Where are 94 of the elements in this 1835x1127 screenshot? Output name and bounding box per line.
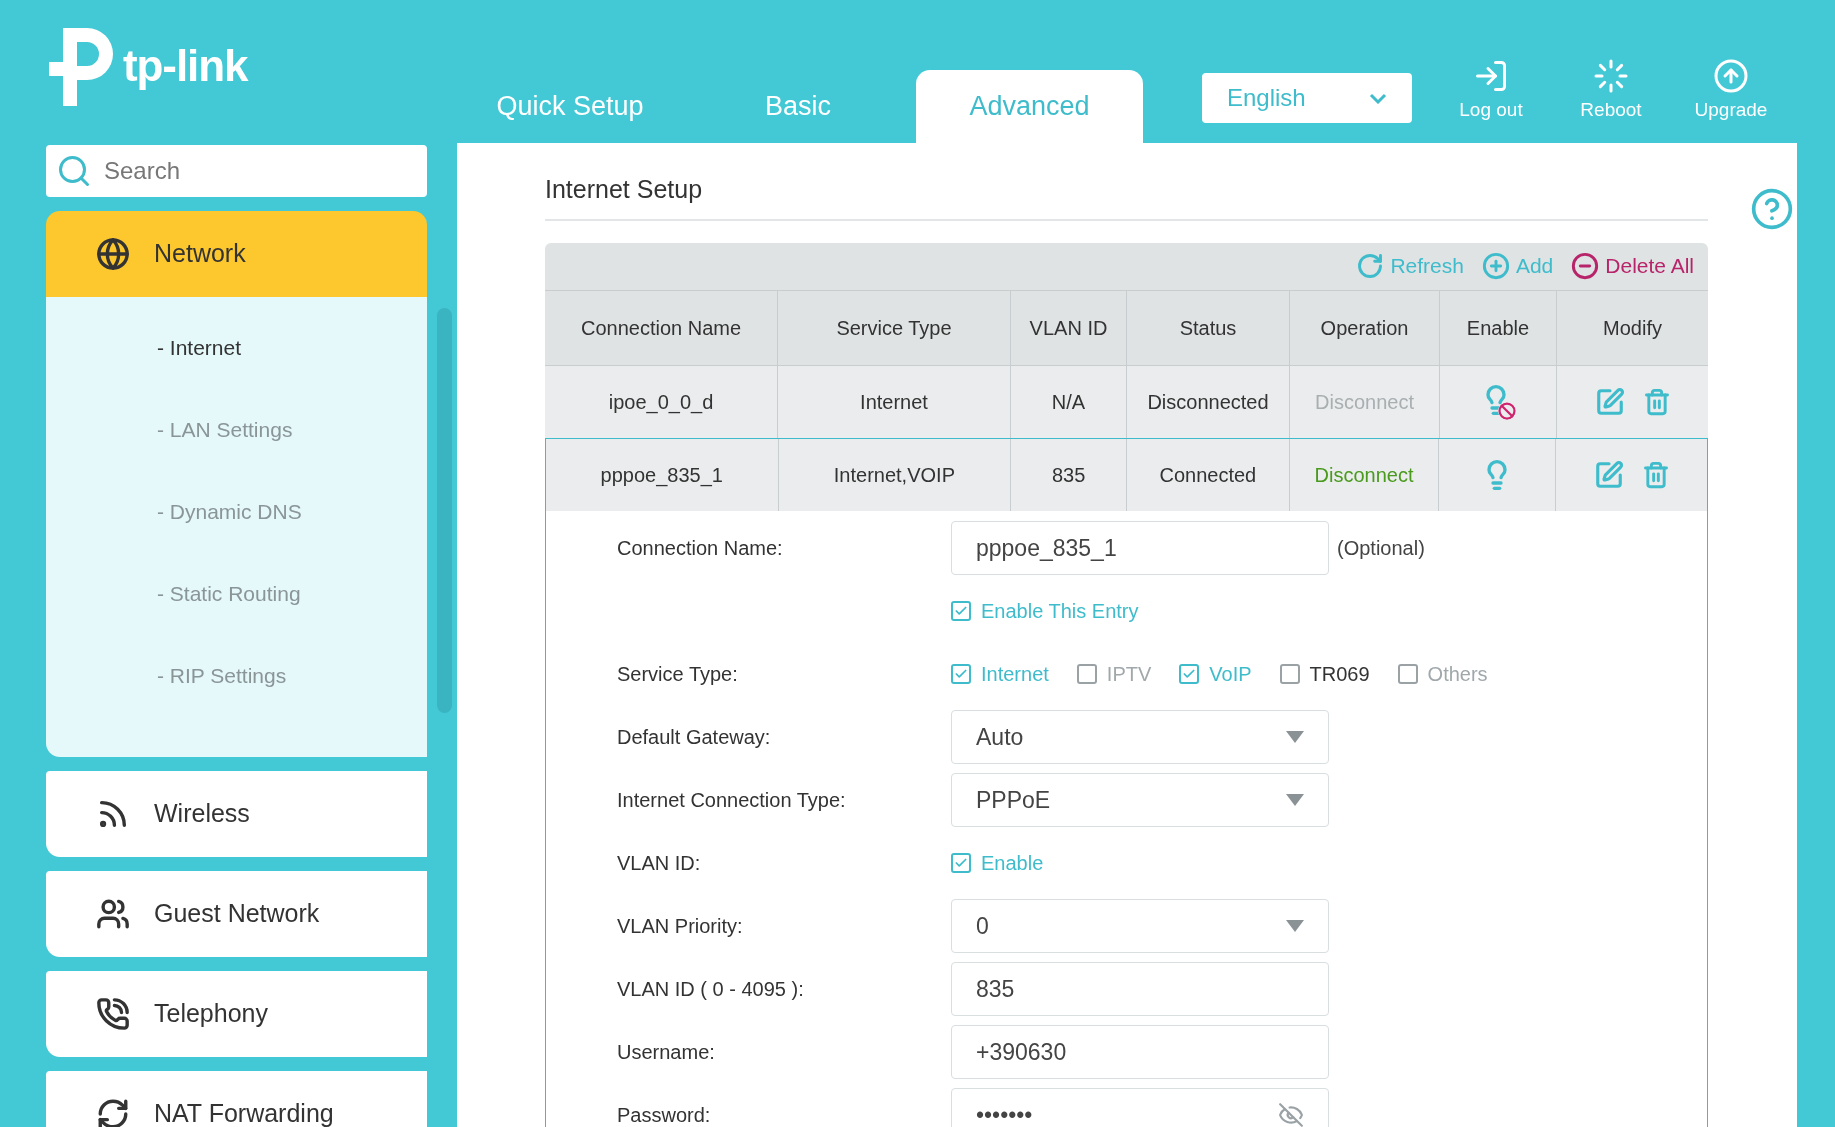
table-cell-text: pppoe_835_1 (600, 462, 723, 489)
spinner-icon (1593, 58, 1629, 94)
table-cell-text: Internet (860, 389, 928, 415)
globe-icon (96, 237, 130, 271)
field-label: VLAN Priority: (617, 915, 743, 937)
table-cell-text: ipoe_0_0_d (608, 389, 714, 416)
input-field[interactable]: pppoe_835_1 (951, 521, 1329, 575)
page-title: Internet Setup (545, 174, 703, 205)
field-label: Default Gateway: (617, 726, 771, 748)
table-row[interactable]: ipoe_0_0_d Internet N/A Disconnected Disconnect (545, 364, 1708, 438)
add-icon (1481, 252, 1510, 280)
checkbox[interactable] (951, 601, 971, 621)
checkbox-option[interactable]: VoIP (1179, 659, 1252, 689)
submenu-item[interactable]: - Dynamic DNS (157, 496, 302, 528)
people-icon (96, 897, 130, 931)
menu-item[interactable]: Telephony (46, 971, 427, 1057)
checkbox-option[interactable]: TR069 (1279, 659, 1370, 689)
column-header: Status (1179, 315, 1237, 341)
field-label: Connection Name: (617, 537, 783, 559)
caret-icon (1286, 920, 1304, 932)
disconnect-link[interactable]: Disconnect (1315, 386, 1414, 417)
field-label: Service Type: (617, 663, 738, 685)
check-icon (954, 856, 968, 870)
add-button[interactable]: Add (1481, 250, 1554, 282)
checkbox[interactable] (1179, 664, 1200, 684)
disconnect-link[interactable]: Disconnect (1314, 459, 1414, 490)
input-field[interactable]: 835 (951, 962, 1329, 1016)
nav-tab[interactable]: Basic (680, 70, 916, 143)
search-field[interactable]: Search (46, 145, 427, 197)
table-row[interactable]: pppoe_835_1 Internet,VOIP 835 Connected Disconnect (545, 437, 1708, 511)
check-icon (1182, 667, 1197, 681)
search-icon (56, 153, 92, 189)
column-header: Operation (1320, 315, 1409, 341)
chevron-down-icon (1369, 92, 1387, 104)
column-header: VLAN ID (1029, 315, 1108, 341)
table-cell-text: 835 (1051, 462, 1086, 488)
caret-icon (1286, 731, 1304, 743)
dropdown-field[interactable]: Auto (951, 710, 1329, 764)
trash-icon[interactable] (1642, 387, 1671, 416)
eye-off-icon[interactable] (1278, 1102, 1304, 1127)
check-icon (954, 667, 968, 681)
check-icon (954, 604, 968, 618)
submenu-item[interactable]: - Static Routing (157, 578, 301, 610)
checkbox[interactable] (951, 853, 971, 873)
phone-icon (96, 997, 130, 1031)
optional-hint: (Optional) (1337, 536, 1425, 561)
upgrade-button[interactable]: Upgrade (1672, 58, 1790, 143)
table-cell-text: Connected (1159, 462, 1257, 488)
edit-icon[interactable] (1594, 386, 1625, 417)
refresh-icon (1356, 252, 1385, 280)
column-header: Modify (1603, 315, 1662, 341)
checkbox-option[interactable]: Internet (951, 659, 1049, 689)
refresh-button[interactable]: Refresh (1356, 250, 1464, 282)
menu-item[interactable]: Wireless (46, 771, 427, 857)
language-dropdown[interactable]: English (1202, 73, 1412, 123)
dropdown-field[interactable]: 0 (951, 899, 1329, 953)
field-label: Username: (617, 1041, 715, 1063)
submenu-item[interactable]: - RIP Settings (157, 660, 287, 692)
column-header: Enable (1466, 315, 1530, 341)
password-field[interactable]: ••••••• (951, 1088, 1329, 1127)
nav-tab[interactable]: Advanced (916, 70, 1143, 143)
submenu-item[interactable]: - Internet (157, 332, 242, 364)
reboot-button[interactable]: Reboot (1552, 58, 1670, 143)
checkbox[interactable] (951, 664, 971, 684)
cycle-icon (96, 1097, 130, 1127)
field-label: VLAN ID ( 0 - 4095 ): (617, 978, 804, 1000)
help-icon[interactable] (1750, 187, 1794, 231)
table-cell-text: Disconnected (1147, 389, 1269, 415)
checkbox-option[interactable]: Enable This Entry (951, 596, 1139, 626)
field-label: VLAN ID: (617, 852, 701, 874)
table-cell-text: N/A (1051, 389, 1086, 415)
column-header: Connection Name (580, 315, 742, 341)
input-field[interactable]: +390630 (951, 1025, 1329, 1079)
field-label: Internet Connection Type: (617, 789, 846, 811)
table-cell-text: Internet,VOIP (833, 462, 955, 488)
edit-icon[interactable] (1593, 459, 1624, 490)
checkbox-option[interactable]: Enable (951, 848, 1044, 878)
logo-text: tp-link (123, 44, 248, 88)
trash-icon[interactable] (1641, 460, 1670, 489)
minus-icon (1571, 252, 1600, 280)
checkbox[interactable] (1279, 664, 1300, 684)
upload-icon (1713, 58, 1749, 94)
logout-button[interactable]: Log out (1432, 58, 1550, 143)
dropdown-field[interactable]: PPPoE (951, 773, 1329, 827)
field-label: Password: (617, 1104, 711, 1126)
column-header: Service Type (836, 315, 952, 341)
nav-tab[interactable]: Quick Setup (460, 70, 680, 143)
logout-icon (1473, 58, 1509, 94)
menu-item[interactable]: Network (46, 211, 427, 297)
caret-icon (1286, 794, 1304, 806)
submenu-item[interactable]: - LAN Settings (157, 414, 293, 446)
menu-item[interactable]: NAT Forwarding (46, 1071, 427, 1127)
menu-item[interactable]: Guest Network (46, 871, 427, 957)
delete-button[interactable]: Delete All (1571, 250, 1694, 282)
